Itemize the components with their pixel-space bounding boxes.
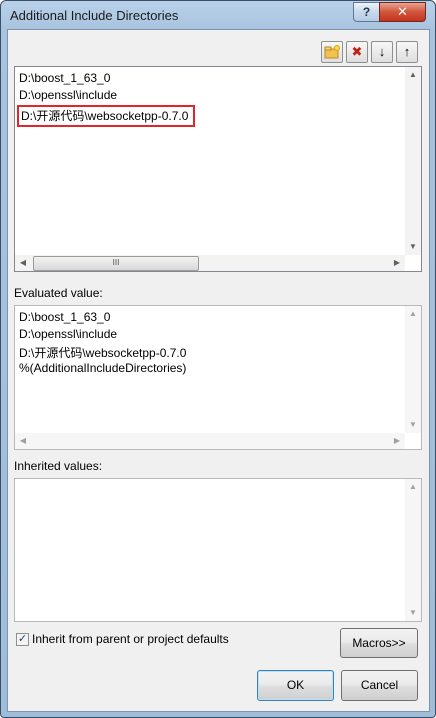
scroll-left-arrow-icon[interactable]: ◀ [15, 255, 31, 271]
scroll-right-arrow-icon[interactable]: ▶ [389, 255, 405, 271]
evaluated-line: D:\boost_1_63_0 [19, 310, 111, 324]
inherited-vertical-scrollbar[interactable]: ▲ ▼ [405, 479, 421, 621]
evaluated-horizontal-scrollbar[interactable]: ◀ ▶ [15, 433, 405, 449]
horizontal-scrollbar[interactable]: ◀ III ▶ [15, 255, 405, 271]
new-line-button[interactable] [321, 41, 343, 63]
evaluated-line: %(AdditionalIncludeDirectories) [19, 361, 187, 375]
scroll-down-arrow-icon[interactable]: ▼ [405, 417, 421, 433]
new-folder-icon [324, 45, 340, 59]
vertical-scrollbar[interactable]: ▲ ▼ [405, 67, 421, 255]
evaluated-line: D:\openssl\include [19, 327, 118, 341]
move-down-button[interactable]: ↓ [371, 41, 393, 63]
evaluated-vertical-scrollbar[interactable]: ▲ ▼ [405, 306, 421, 433]
title-bar[interactable]: Additional Include Directories ? ✕ [1, 1, 435, 29]
delete-button[interactable]: ✖ [346, 41, 368, 63]
list-item-highlighted[interactable]: D:\开源代码\websocketpp-0.7.0 [17, 105, 196, 127]
inherit-checkbox[interactable]: ✓ [16, 633, 29, 646]
help-button[interactable]: ? [353, 2, 380, 22]
move-up-button[interactable]: ↑ [396, 41, 418, 63]
list-item[interactable]: D:\openssl\include [19, 88, 117, 102]
close-button[interactable]: ✕ [379, 2, 426, 22]
scroll-up-arrow-icon[interactable]: ▲ [405, 306, 421, 322]
scroll-thumb[interactable]: III [33, 256, 199, 271]
scroll-right-arrow-icon[interactable]: ▶ [389, 433, 405, 449]
inherit-checkbox-label[interactable]: Inherit from parent or project defaults [32, 632, 229, 646]
inherited-values-box: ▲ ▼ [14, 478, 422, 622]
scroll-down-arrow-icon[interactable]: ▼ [405, 239, 421, 255]
scroll-left-arrow-icon[interactable]: ◀ [15, 433, 31, 449]
dialog-window: Additional Include Directories ? ✕ ✖ ↓ ↑… [0, 0, 436, 718]
inherited-values-label: Inherited values: [14, 459, 103, 473]
evaluated-value-label: Evaluated value: [14, 286, 103, 300]
ok-button[interactable]: OK [257, 670, 334, 701]
evaluated-value-box: D:\boost_1_63_0 D:\openssl\include D:\开源… [14, 305, 422, 450]
scroll-down-arrow-icon[interactable]: ▼ [405, 605, 421, 621]
window-title: Additional Include Directories [10, 8, 179, 23]
directory-list[interactable]: D:\boost_1_63_0 D:\openssl\include D:\开源… [14, 66, 422, 272]
list-item[interactable]: D:\boost_1_63_0 [19, 71, 110, 85]
dialog-client-area: ✖ ↓ ↑ D:\boost_1_63_0 D:\openssl\include… [7, 29, 430, 712]
scroll-up-arrow-icon[interactable]: ▲ [405, 67, 421, 83]
macros-button[interactable]: Macros>> [340, 628, 418, 658]
cancel-button[interactable]: Cancel [341, 670, 418, 701]
scroll-up-arrow-icon[interactable]: ▲ [405, 479, 421, 495]
evaluated-line: D:\开源代码\websocketpp-0.7.0 [19, 346, 187, 360]
